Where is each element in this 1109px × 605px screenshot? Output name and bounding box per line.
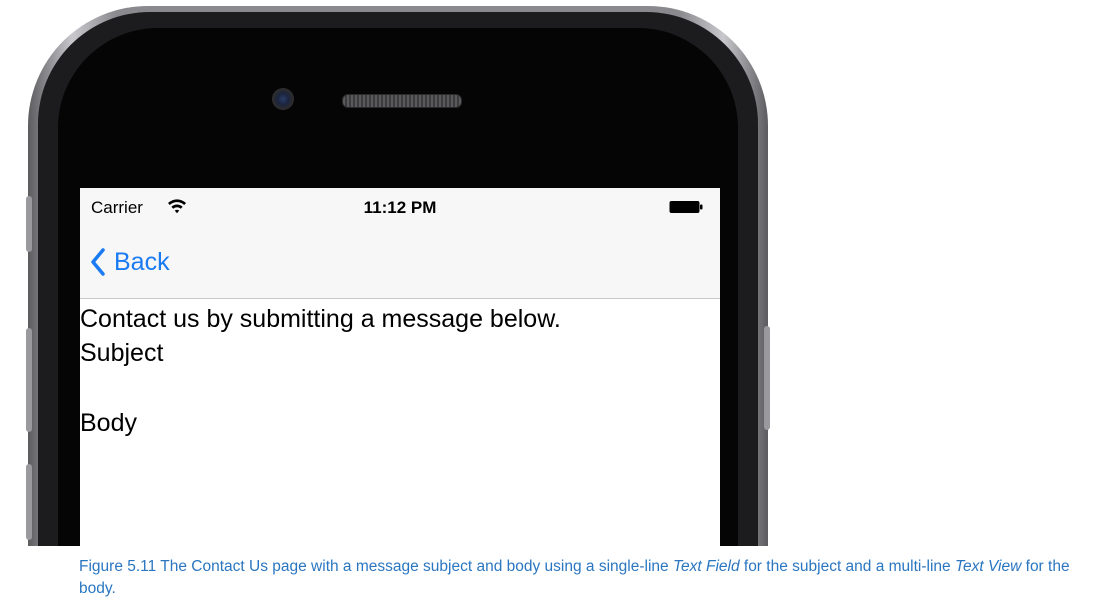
subject-label: Subject <box>80 339 164 367</box>
side-button-3 <box>26 464 32 540</box>
status-bar: Carrier 11:12 PM <box>80 188 720 228</box>
status-time: 11:12 PM <box>363 198 437 217</box>
navigation-bar: Back <box>80 228 720 299</box>
phone-screen: Carrier 11:12 PM Back Contact us by subm… <box>80 188 720 546</box>
back-label: Back <box>114 247 170 276</box>
battery-icon <box>669 201 703 213</box>
side-button-2 <box>26 328 32 432</box>
front-camera <box>272 88 294 110</box>
back-button[interactable]: Back <box>90 244 170 280</box>
caption-text-2: for the subject and a multi-line <box>739 558 955 575</box>
side-button-4 <box>764 326 770 430</box>
caption-text-1: Figure 5.11 The Contact Us page with a m… <box>79 558 673 575</box>
body-label: Body <box>80 409 137 437</box>
side-button-1 <box>26 196 32 252</box>
caption-emphasis-text-view: Text View <box>954 558 1022 575</box>
intro-text: Contact us by submitting a message below… <box>80 305 561 333</box>
figure-caption: Figure 5.11 The Contact Us page with a m… <box>79 556 1099 600</box>
caption-emphasis-text-field: Text Field <box>672 558 740 575</box>
chevron-left-icon <box>91 248 105 276</box>
earpiece-speaker <box>342 94 462 108</box>
